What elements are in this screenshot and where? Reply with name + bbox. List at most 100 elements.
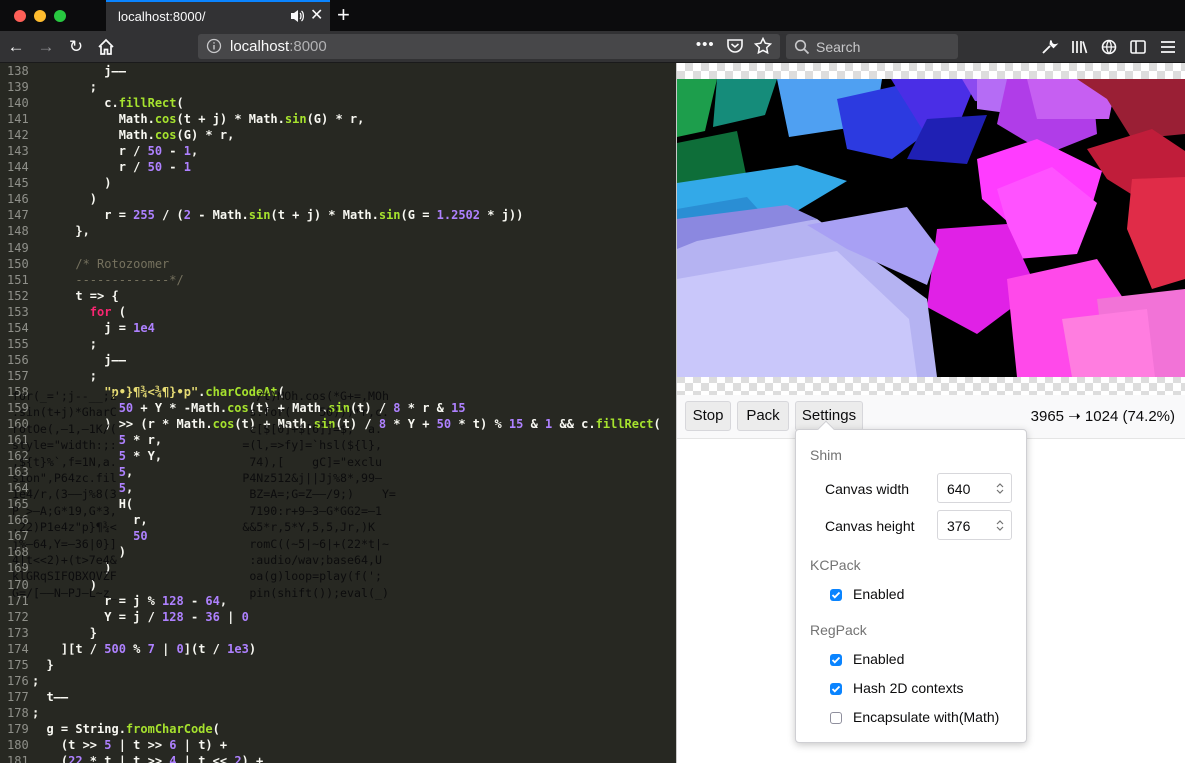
code-text[interactable]: ) — [30, 191, 97, 207]
code-line[interactable]: 144 r / 50 - 1 — [0, 159, 676, 175]
url-bar[interactable]: localhost:8000 ••• — [198, 34, 780, 59]
code-line[interactable]: 150 /* Rotozoomer — [0, 256, 676, 272]
code-text[interactable]: r / 50 - 1, — [30, 143, 199, 159]
code-line[interactable]: 154 j = 1e4 — [0, 320, 676, 336]
code-line[interactable]: 151 -------------*/ — [0, 272, 676, 288]
code-text[interactable]: j—— — [30, 63, 126, 79]
menu-icon[interactable] — [1158, 37, 1178, 57]
reload-icon[interactable]: ↻ — [66, 37, 86, 57]
code-line[interactable]: 138 j—— — [0, 63, 676, 79]
regpack-enabled-checkbox[interactable] — [830, 654, 842, 666]
code-text[interactable]: ][t / 500 % 7 | 0](t / 1e3) — [30, 641, 256, 657]
code-line[interactable]: 139 ; — [0, 79, 676, 95]
code-line[interactable]: 145 ) — [0, 175, 676, 191]
code-text[interactable]: ; — [30, 336, 97, 352]
home-icon[interactable] — [96, 37, 116, 57]
code-text[interactable]: (22 * t | t >> 4 | t << 2) + — [30, 753, 263, 763]
url-text[interactable]: localhost:8000 — [230, 38, 327, 55]
code-line[interactable]: 156 j—— — [0, 352, 676, 368]
code-text[interactable]: r / 50 - 1 — [30, 159, 191, 175]
forward-icon[interactable]: → — [36, 37, 56, 57]
code-text[interactable]: Math.cos(G) * r, — [30, 127, 235, 143]
hash-2d-contexts-label[interactable]: Hash 2D contexts — [853, 680, 964, 696]
code-text[interactable]: ; — [30, 79, 97, 95]
code-line[interactable]: 140 c.fillRect( — [0, 95, 676, 111]
code-line[interactable]: 148 }, — [0, 223, 676, 239]
code-text[interactable]: ) — [30, 175, 111, 191]
code-line[interactable]: 149 — [0, 240, 676, 256]
code-text[interactable]: } — [30, 657, 53, 673]
code-text[interactable]: t—— — [30, 689, 68, 705]
code-line[interactable]: 147 r = 255 / (2 - Math.sin(t + j) * Mat… — [0, 207, 676, 223]
code-text[interactable]: }, — [30, 223, 89, 239]
packed-output[interactable]: for(_=';j--__;z /t)MOh.cos(*G+=,MOh .sin(… — [12, 388, 502, 601]
stepper-icon[interactable] — [996, 519, 1004, 532]
sync-icon[interactable] — [1099, 37, 1119, 57]
stop-button[interactable]: Stop — [685, 401, 731, 431]
code-text[interactable]: for ( — [30, 304, 126, 320]
canvas-width-input[interactable]: 640 — [937, 473, 1012, 503]
line-number: 145 — [7, 176, 29, 191]
code-text[interactable]: j—— — [30, 352, 126, 368]
code-text[interactable]: c.fillRect( — [30, 95, 184, 111]
code-line[interactable]: 173 } — [0, 625, 676, 641]
code-text[interactable]: t => { — [30, 288, 118, 304]
code-line[interactable]: 174 ][t / 500 % 7 | 0](t / 1e3) — [0, 641, 676, 657]
pocket-icon[interactable] — [726, 37, 744, 53]
search-box[interactable]: Search — [786, 34, 958, 59]
bookmark-star-icon[interactable] — [753, 36, 773, 54]
code-line[interactable]: 153 for ( — [0, 304, 676, 320]
code-text[interactable]: g = String.fromCharCode( — [30, 721, 219, 737]
code-text[interactable]: Y = j / 128 - 36 | 0 — [30, 609, 249, 625]
code-line[interactable]: 143 r / 50 - 1, — [0, 143, 676, 159]
stepper-icon[interactable] — [996, 482, 1004, 495]
code-line[interactable]: 157 ; — [0, 368, 676, 384]
kcpack-enabled-checkbox[interactable] — [830, 589, 842, 601]
page-actions-icon[interactable]: ••• — [696, 36, 715, 53]
search-icon — [794, 39, 810, 55]
code-line[interactable]: 155 ; — [0, 336, 676, 352]
info-icon[interactable] — [206, 38, 222, 54]
code-line[interactable]: 152 t => { — [0, 288, 676, 304]
regpack-enabled-label[interactable]: Enabled — [853, 651, 904, 667]
url-actions[interactable]: ••• — [696, 36, 773, 54]
pack-button[interactable]: Pack — [737, 401, 789, 431]
library-icon[interactable] — [1069, 37, 1089, 57]
close-icon[interactable]: ✕ — [310, 7, 323, 25]
wrench-icon[interactable] — [1039, 37, 1059, 57]
code-line[interactable]: 175 } — [0, 657, 676, 673]
kcpack-enabled-label[interactable]: Enabled — [853, 586, 904, 602]
code-text[interactable]: ; — [30, 673, 39, 689]
code-text[interactable]: } — [30, 625, 97, 641]
hash-2d-contexts-checkbox[interactable] — [830, 683, 842, 695]
tab-localhost[interactable]: localhost:8000/ ✕ — [106, 0, 330, 31]
code-line[interactable]: 181 (22 * t | t >> 4 | t << 2) + — [0, 753, 676, 763]
encapsulate-with-math-checkbox[interactable] — [830, 712, 842, 724]
code-line[interactable]: 176; — [0, 673, 676, 689]
code-line[interactable]: 178; — [0, 705, 676, 721]
code-text[interactable]: r = 255 / (2 - Math.sin(t + j) * Math.si… — [30, 207, 523, 223]
code-text[interactable]: ; — [30, 705, 39, 721]
code-line[interactable]: 146 ) — [0, 191, 676, 207]
code-line[interactable]: 172 Y = j / 128 - 36 | 0 — [0, 609, 676, 625]
code-text[interactable]: /* Rotozoomer — [30, 256, 169, 272]
code-line[interactable]: 177 t—— — [0, 689, 676, 705]
code-text[interactable]: Math.cos(t + j) * Math.sin(G) * r, — [30, 111, 365, 127]
code-text[interactable]: (t >> 5 | t >> 6 | t) + — [30, 737, 227, 753]
code-text[interactable]: ; — [30, 368, 97, 384]
back-icon[interactable]: ← — [6, 37, 26, 57]
code-text[interactable]: -------------*/ — [30, 272, 183, 288]
window-zoom-button[interactable] — [54, 10, 66, 22]
code-line[interactable]: 142 Math.cos(G) * r, — [0, 127, 676, 143]
window-close-button[interactable] — [14, 10, 26, 22]
code-line[interactable]: 180 (t >> 5 | t >> 6 | t) + — [0, 737, 676, 753]
code-text[interactable]: j = 1e4 — [30, 320, 155, 336]
code-line[interactable]: 179 g = String.fromCharCode( — [0, 721, 676, 737]
audio-icon[interactable] — [290, 8, 304, 24]
canvas-height-input[interactable]: 376 — [937, 510, 1012, 540]
sidebar-icon[interactable] — [1128, 37, 1148, 57]
window-minimize-button[interactable] — [34, 10, 46, 22]
encapsulate-with-math-label[interactable]: Encapsulate with(Math) — [853, 709, 999, 725]
new-tab-button[interactable]: + — [337, 2, 350, 28]
code-line[interactable]: 141 Math.cos(t + j) * Math.sin(G) * r, — [0, 111, 676, 127]
